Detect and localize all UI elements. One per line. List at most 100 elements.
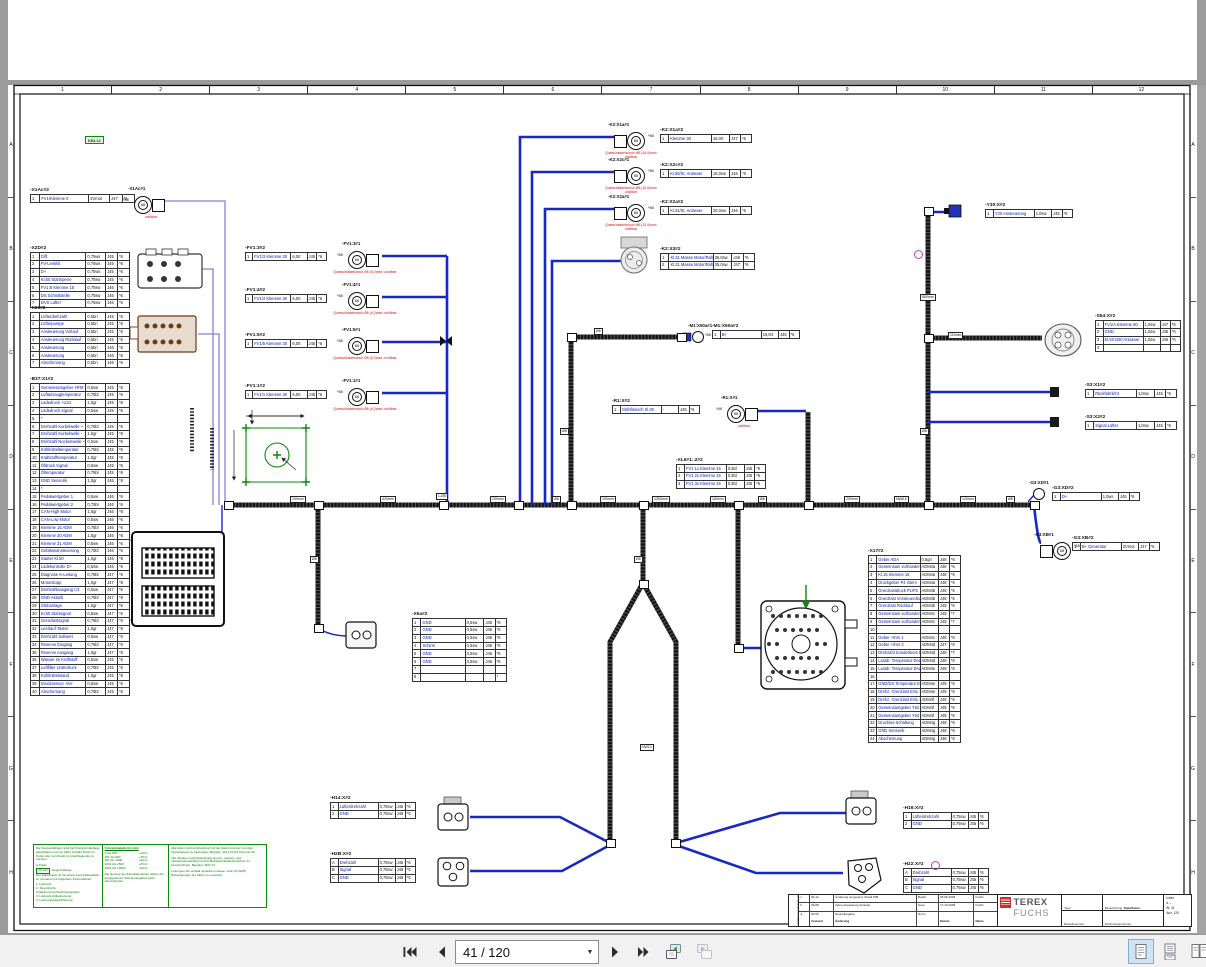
ring-lug-icon: M6 (627, 132, 645, 150)
pin-row: 1Klemme 3016,0rtJ47*6 (661, 135, 752, 143)
pin-row: 36Wasser im Kraftstoff0,5swJ45*6 (31, 657, 130, 665)
connector-table: -FV1:5#2 1FV1/5 Klemme 306,0rtJ45*6 (245, 333, 327, 348)
connector-pin-table: 1Rückfahrlicht1,0swJ45*6 (1085, 389, 1177, 398)
pin-row: 26Motorstopp1,0grJ47*8 (31, 579, 130, 587)
grid-column-number: 2 (112, 86, 210, 94)
revision-header: Zustand Änderung Datum Name (799, 919, 997, 926)
terminal-note: *88 (1074, 544, 1080, 548)
ring-lug-icon: M8 (1053, 542, 1071, 560)
continuous-view-button[interactable] (1157, 939, 1183, 964)
grid-row-letter: G (1190, 717, 1196, 821)
crimp-ferrule (366, 254, 379, 267)
junction-marker (224, 501, 234, 510)
previous-view-button[interactable] (660, 938, 687, 965)
connector-pin-table: 1Kl.50/St. Anlasser16,0swJ46*6 (660, 169, 752, 178)
round-connector-icon (1033, 488, 1045, 500)
connector-pin-table: 1Signal Lüfter1,0swJ45*6 (1085, 421, 1177, 430)
first-page-button[interactable] (396, 938, 423, 965)
pin-row: 6GND0,5swJ46*6 (413, 658, 507, 666)
terminal-red-note: Quetschkabelschuh Ø6 (6,0)mm² unlötbar (332, 357, 398, 361)
facing-pages-view-button[interactable] (1186, 939, 1206, 964)
grid-row-letter: C (8, 302, 14, 406)
pin-row: CGND0,75swJ45*6 (331, 874, 416, 882)
pin-row: 2FV-Lenkhil.0,75wsJ45*6 (31, 261, 130, 269)
legend-text: Die Segmentlängen sind bei Toleranzmitte… (36, 847, 100, 862)
thread-size: M6 (352, 255, 362, 265)
pin-row: 3Kl.15 Klemme 15ADM4aJ48*6 (869, 571, 961, 579)
terex-logo-icon (1000, 897, 1011, 908)
revision-row: a02.06Serienfreigabe Norm. (799, 912, 997, 919)
tolerance-note: Die Summe der Einzeltoleranzen dürfen di… (105, 873, 167, 884)
terminal-label: -FV1:4#1 (342, 282, 360, 287)
pin-row: 31Grenzlastsignal0,75blJ47*6 (31, 618, 130, 626)
pin-row: 1FV1/Klemme 02VmotJ47*6 (31, 195, 135, 203)
junction-marker (671, 839, 681, 848)
connector-table: -R1:X#2 1Glühflansch Kl.30-J45*6 (612, 399, 700, 414)
pin-row: 4 (1096, 344, 1181, 352)
pin-row: 34Reserve Eingang0,75blJ47*6 (31, 641, 130, 649)
page-dropdown-arrow-icon[interactable]: ▼ (582, 949, 598, 956)
pin-row: 9Gemeinsam vorhanden B44ADM4cJ48*7 (869, 618, 961, 626)
legend-text: Alle Adern sind durchgehend mit der Ader… (171, 847, 264, 855)
pin-row: ADrehzahl0,75swJ45*6 (904, 869, 989, 877)
pin-row: 7Grenzlast RücklaufADM4bJ48*6 (869, 603, 961, 611)
next-page-button[interactable] (601, 938, 628, 965)
segment-label: 420mm (380, 496, 396, 503)
junction-marker (514, 501, 524, 510)
connector-table: -G3:XD#2 1D+1,0wsJ45*6 (1052, 486, 1140, 501)
pin-row: BSignal0,75swJ45*6 (904, 877, 989, 885)
terminal-red-note: Quetschkabelschuh Ø6 (6,0)mm² unlötbar (332, 271, 398, 275)
pin-row: 2GND0,75swJ45*6 (331, 811, 416, 819)
next-view-button[interactable] (690, 938, 717, 965)
page-number-value: 41 / 120 (456, 945, 582, 960)
pin-row: 1FV1/A Klemme 501,0swJ47*6 (1096, 321, 1181, 329)
crimp-ferrule (366, 340, 379, 353)
grid-row-letter: A (1190, 94, 1196, 198)
connector-table: -S3:X1#2 1Rückfahrlicht1,0swJ45*6 (1085, 383, 1177, 398)
pin-row: 6Grenzlast VorsteuerdruckADM4bJ48*6 (869, 595, 961, 603)
segment-label: Ø8 (920, 428, 929, 435)
thread-size: M6 (631, 171, 641, 181)
segment-label: Ø8 (310, 556, 319, 563)
pin-row: 11Öldruck Signal0,5swJ45*6 (31, 462, 130, 470)
designation-cell: Bezeichnung: Kabelbaum Motorumgebung Zei… (1103, 895, 1165, 926)
pin-row: 1FV1/5 Klemme 306,0rtJ45*6 (246, 340, 327, 348)
last-page-button[interactable] (630, 938, 657, 965)
connector-table: -FV1:1#2 1FV1/1 Klemme 306,0rtJ45*6 (245, 384, 327, 399)
connector-label: -M1:X50a#1 (688, 323, 712, 328)
vertical-scrollbar[interactable] (1197, 85, 1206, 934)
ring-terminal: -FV1:5#1 *88 M6 Quetschkabelschuh Ø6 (6,… (348, 335, 384, 369)
pin-row: 23Starter Kl.501,0grJ46*8 (31, 555, 130, 563)
terminal-red-note: Quetschkabelschuh Ø6 (6,0)mm² unlötbar (332, 408, 398, 412)
pin-row: 5* (31, 415, 130, 423)
connector-pin-table: 1Glühflansch Kl.30-J45*6 (612, 405, 700, 414)
ring-lug-icon: M6 (348, 292, 366, 310)
pin-row: 19Klemme 15 ADM0,75blJ46*6 (31, 524, 130, 532)
legend-list-item: 4. Lieferungsidentifizierung (36, 899, 100, 903)
single-page-view-button[interactable] (1128, 939, 1154, 964)
pin-row: 3Ladedruck +U241,0grJ45*8 (31, 399, 130, 407)
pin-row: 1Lüfterdrehzahl0,75swJ45*6 (904, 813, 989, 821)
pin-row: 1B+ Generator2VmotJ47*6 (1073, 543, 1160, 551)
grid-column-number: 1 (14, 86, 112, 94)
terminal-label: -FV1:5#1 (342, 327, 360, 332)
connector-pin-table: ADrehzahl0,75swJ45*6BSignal0,75swJ45*6CG… (903, 868, 989, 892)
revision-table: c04.12Änderung umgesetzt, Stand 608 Bear… (799, 895, 998, 926)
ring-terminal: -FV1:1#1 *88 M6 Quetschkabelschuh Ø6 (6,… (348, 386, 384, 420)
grid-row-letter: H (8, 821, 14, 924)
junction-marker (924, 207, 934, 216)
legend-col2: Toleranztabelle [in mm] 0 bis 300+10/-03… (102, 845, 169, 907)
legend-text: Leitungen die vertikal verlaufen müssen,… (171, 870, 264, 878)
legend-box: Die Segmentlängen sind bei Toleranzmitte… (33, 844, 267, 908)
segment-label: 190mm (600, 496, 616, 503)
junction-marker (606, 839, 616, 848)
pin-row: 21Klemme 31 ADM0,5swJ46*6 (31, 540, 130, 548)
previous-page-button[interactable] (428, 938, 455, 965)
round-connector-icon (692, 331, 704, 343)
ring-lug-icon: M6 (348, 388, 366, 406)
pin-row: 8Drehzahl Nockenwelle +0,5swJ45*6 (31, 438, 130, 446)
legend-col3: Alle Adern sind durchgehend mit der Ader… (168, 845, 266, 907)
page-number-input[interactable]: 41 / 120 ▼ (455, 940, 599, 964)
junction-marker (639, 580, 649, 589)
crimp-ferrule (1040, 545, 1053, 558)
